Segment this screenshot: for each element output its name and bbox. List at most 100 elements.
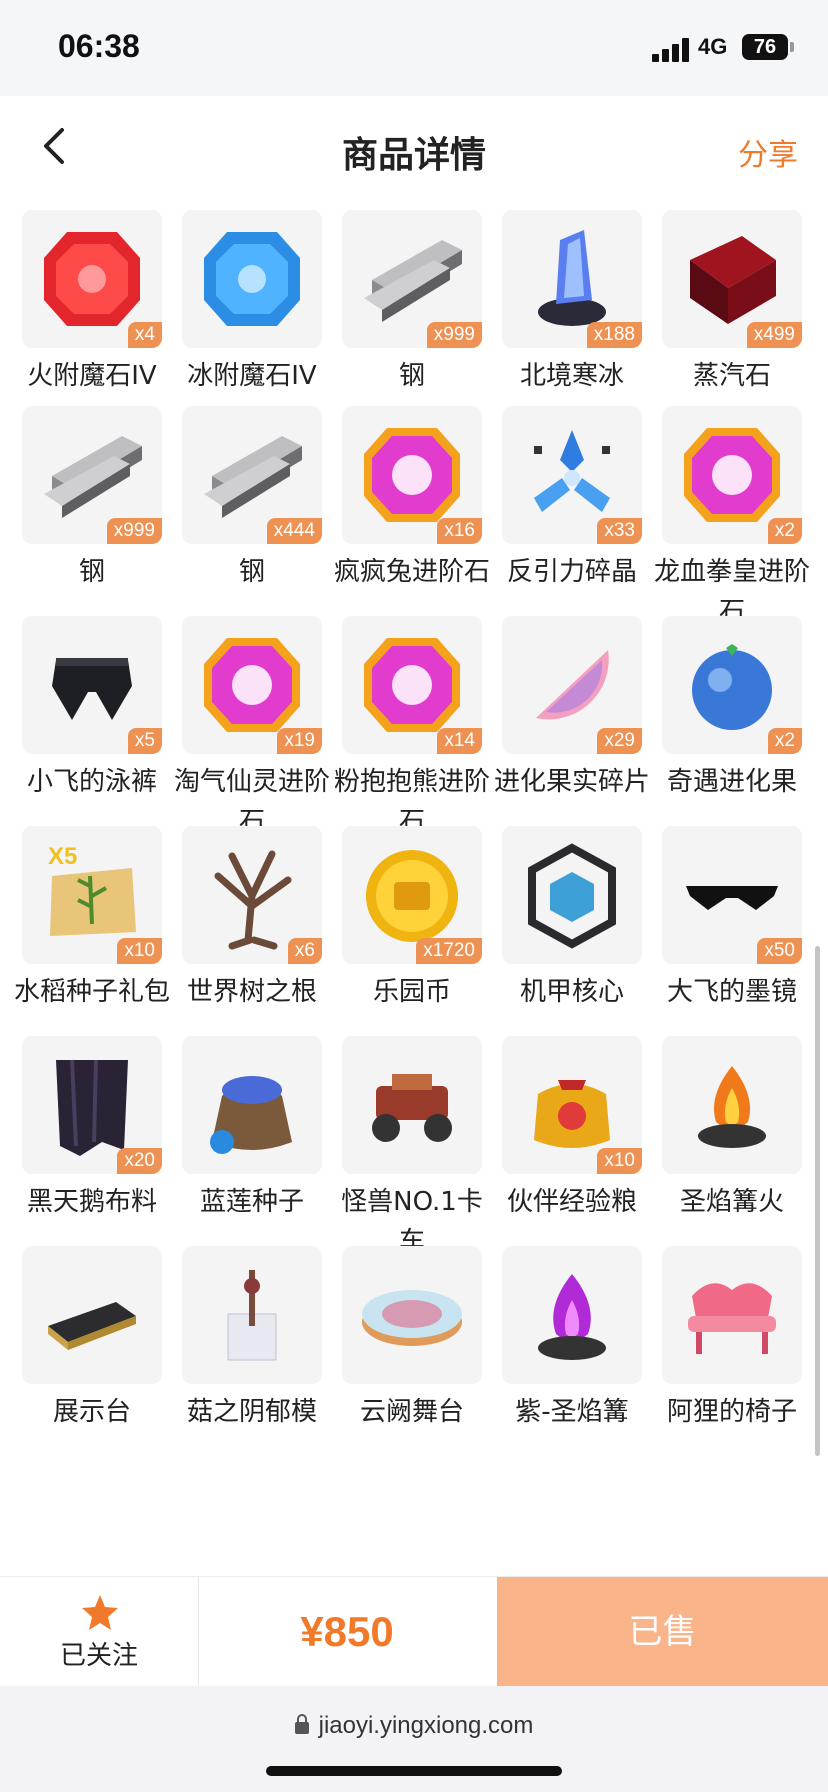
quantity-badge: x499	[746, 322, 802, 348]
item-thumbnail: x33	[502, 406, 642, 544]
item-card[interactable]: x1720 乐园币	[332, 826, 492, 1012]
item-name: 大飞的墨镜	[666, 977, 797, 1007]
item-name: 进化果实碎片	[494, 767, 651, 797]
svg-text:X5: X5	[48, 843, 77, 870]
item-card[interactable]: X5 x10 水稻种子礼包	[12, 826, 172, 1012]
quantity-badge: x29	[597, 728, 642, 754]
item-thumbnail: x50	[662, 826, 802, 964]
item-card[interactable]: x188 北境寒冰	[492, 210, 652, 396]
ice-crystal-icon	[538, 230, 606, 326]
quantity-badge: x19	[277, 728, 322, 754]
item-name: 小飞的泳裤	[26, 767, 157, 797]
coin-icon	[366, 850, 458, 942]
blue-fruit-icon	[692, 644, 772, 730]
item-thumbnail	[342, 1036, 482, 1174]
item-card[interactable]: 紫-圣焰篝	[492, 1246, 652, 1432]
sold-button[interactable]: 已售	[497, 1577, 828, 1687]
item-card[interactable]: x499 蒸汽石	[652, 210, 812, 396]
item-card[interactable]: x999 钢	[12, 406, 172, 592]
mech-core-icon	[528, 843, 616, 949]
item-thumbnail	[342, 1246, 482, 1384]
item-name: 蓝莲种子	[199, 1187, 304, 1217]
item-card[interactable]: 圣焰篝火	[652, 1036, 812, 1222]
item-card[interactable]: 云阙舞台	[332, 1246, 492, 1432]
item-card[interactable]: x6 世界树之根	[172, 826, 332, 1012]
quantity-badge: x14	[437, 728, 482, 754]
pink-gem-icon	[364, 428, 460, 522]
lock-icon	[294, 1714, 309, 1734]
item-thumbnail: x2	[662, 406, 802, 544]
item-name: 黑天鹅布料	[26, 1187, 157, 1217]
network-label: 4G	[698, 34, 728, 59]
item-card[interactable]: 机甲核心	[492, 826, 652, 1012]
quantity-badge: x33	[597, 518, 642, 544]
item-thumbnail	[182, 1246, 322, 1384]
item-name: 伙伴经验粮	[506, 1187, 637, 1217]
quantity-badge: x16	[437, 518, 482, 544]
steam-stone-icon	[690, 236, 776, 324]
item-card[interactable]: x2 奇遇进化果	[652, 616, 812, 802]
item-grid-container[interactable]: x4 火附魔石IV 冰附魔石IV x999 钢 x188 北境寒冰 x499 蒸汽石 x999 钢 x…	[0, 190, 828, 1576]
item-name: 蒸汽石	[692, 361, 771, 391]
swim-trunks-icon	[52, 658, 132, 720]
item-card[interactable]: x16 疯疯兔进阶石	[332, 406, 492, 592]
item-thumbnail	[22, 1246, 162, 1384]
item-card[interactable]: 展示台	[12, 1246, 172, 1432]
item-card[interactable]: x4 火附魔石IV	[12, 210, 172, 396]
item-card[interactable]: 阿狸的椅子	[652, 1246, 812, 1432]
item-card[interactable]: x10 伙伴经验粮	[492, 1036, 652, 1222]
item-card[interactable]: x444 钢	[172, 406, 332, 592]
item-card[interactable]: 菇之阴郁模	[172, 1246, 332, 1432]
item-card[interactable]: x33 反引力碎晶	[492, 406, 652, 592]
steel-icon	[44, 436, 142, 518]
item-card[interactable]: x999 钢	[332, 210, 492, 396]
browser-url-bar[interactable]: jiaoyi.yingxiong.com	[0, 1686, 828, 1792]
item-name: 钢	[78, 557, 105, 587]
item-thumbnail: x29	[502, 616, 642, 754]
item-thumbnail: x5	[22, 616, 162, 754]
item-name: 圣焰篝火	[679, 1187, 784, 1217]
item-card[interactable]: 蓝莲种子	[172, 1036, 332, 1222]
mushroom-model-icon	[227, 1270, 277, 1361]
quantity-badge: x10	[117, 938, 162, 964]
quantity-badge: x2	[767, 518, 802, 544]
item-name: 奇遇进化果	[666, 767, 797, 797]
scrollbar[interactable]	[815, 946, 820, 1456]
red-gem-icon	[44, 232, 140, 326]
item-card[interactable]: x14 粉抱抱熊进阶石	[332, 616, 492, 842]
status-bar: 06:38 4G 76	[0, 0, 828, 96]
item-name: 展示台	[52, 1397, 131, 1427]
item-name: 火附魔石IV	[27, 361, 157, 391]
item-thumbnail	[662, 1036, 802, 1174]
item-card[interactable]: 怪兽NO.1卡车	[332, 1036, 492, 1262]
item-card[interactable]: x5 小飞的泳裤	[12, 616, 172, 802]
monster-truck-icon	[372, 1074, 452, 1142]
pink-gem-icon	[684, 428, 780, 522]
sunglasses-icon	[686, 886, 778, 910]
seed-sack-icon	[210, 1076, 292, 1154]
item-card[interactable]: x50 大飞的墨镜	[652, 826, 812, 1012]
follow-button[interactable]: 已关注	[0, 1577, 199, 1687]
quantity-badge: x50	[757, 938, 802, 964]
item-thumbnail: x10	[502, 1036, 642, 1174]
anti-gravity-crystal-icon	[534, 430, 610, 512]
item-card[interactable]: 冰附魔石IV	[172, 210, 332, 396]
item-name: 钢	[238, 557, 265, 587]
item-card[interactable]: x2 龙血拳皇进阶石	[652, 406, 812, 632]
share-button[interactable]: 分享	[738, 130, 798, 174]
item-thumbnail: x6	[182, 826, 322, 964]
pink-gem-icon	[204, 638, 300, 732]
pink-gem-icon	[364, 638, 460, 732]
home-indicator[interactable]	[266, 1766, 562, 1776]
purple-campfire-icon	[538, 1274, 606, 1360]
blue-gem-icon	[204, 232, 300, 326]
star-icon	[82, 1595, 118, 1630]
nav-bar: 商品详情 分享	[0, 96, 828, 204]
item-thumbnail	[182, 1036, 322, 1174]
status-time: 06:38	[58, 28, 140, 64]
item-thumbnail	[182, 210, 322, 348]
item-thumbnail: x188	[502, 210, 642, 348]
item-card[interactable]: x29 进化果实碎片	[492, 616, 652, 802]
item-card[interactable]: x19 淘气仙灵进阶石	[172, 616, 332, 842]
item-card[interactable]: x20 黑天鹅布料	[12, 1036, 172, 1222]
